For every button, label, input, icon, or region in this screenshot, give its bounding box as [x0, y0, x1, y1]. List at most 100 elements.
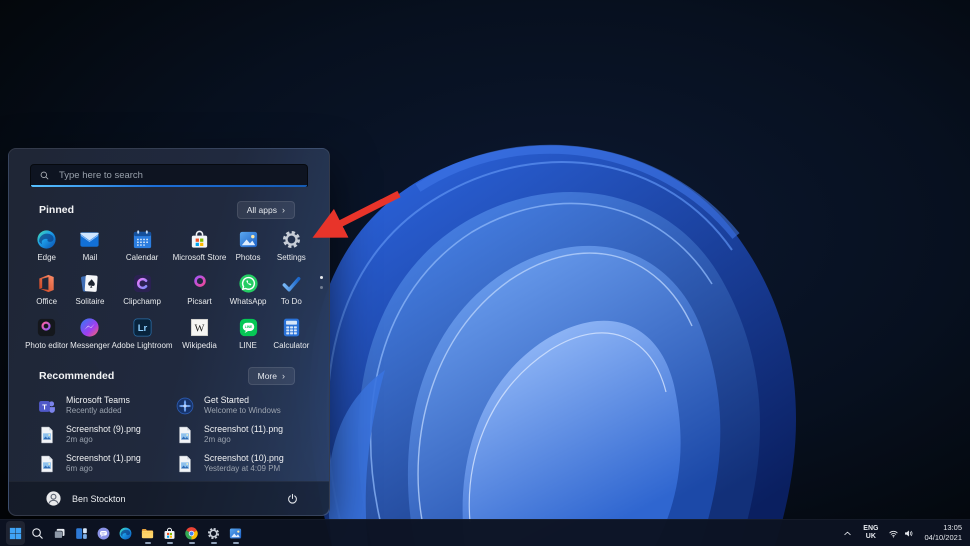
taskbar-chrome-button[interactable]: [182, 521, 201, 545]
pinned-app-photos[interactable]: Photos: [226, 227, 269, 269]
pinned-app-mail[interactable]: Mail: [68, 227, 111, 269]
pinned-app-line[interactable]: LINE LINE: [226, 315, 269, 357]
taskbar: ENG UK 13:05 04/10/2021: [0, 519, 970, 546]
taskbar-start-button[interactable]: [6, 521, 25, 545]
wifi-icon: [888, 528, 899, 539]
pinned-app-label: Picsart: [187, 297, 212, 306]
taskbar-chat-button[interactable]: [94, 521, 113, 545]
recommended-title: Recommended: [39, 370, 115, 382]
system-tray: ENG UK 13:05 04/10/2021: [840, 520, 964, 546]
start-icon: [8, 526, 23, 541]
language-line2: UK: [865, 533, 876, 540]
pinned-page-indicator[interactable]: [320, 276, 323, 289]
pinned-app-settings[interactable]: Settings: [270, 227, 313, 269]
recommended-item-microsoft-teams[interactable]: T Microsoft Teams Recently added: [37, 394, 175, 417]
svg-text:W: W: [194, 323, 204, 334]
pinned-app-label: Microsoft Store: [172, 253, 227, 262]
chrome-icon: [184, 526, 199, 541]
whatsapp-icon: [237, 271, 260, 295]
desktop: Pinned All apps › Edge Mail Calendar Micros…: [0, 0, 970, 546]
pinned-app-office[interactable]: Office: [25, 271, 68, 313]
recommended-item-screenshot-9-png[interactable]: Screenshot (9).png 2m ago: [37, 423, 175, 446]
todo-icon: [280, 271, 303, 295]
taskbar-task-view-button[interactable]: [50, 521, 69, 545]
recommended-item-subtitle: Recently added: [66, 405, 122, 415]
pinned-app-to-do[interactable]: To Do: [270, 271, 313, 313]
chat-icon: [96, 526, 111, 541]
pinned-app-label: Settings: [276, 253, 306, 262]
taskbar-search-button[interactable]: [28, 521, 47, 545]
settings-icon: [206, 526, 221, 541]
search-box[interactable]: [30, 164, 308, 187]
page-dot: [320, 286, 323, 289]
taskbar-buttons: [0, 521, 245, 545]
photos-icon: [228, 526, 243, 541]
running-indicator: [188, 542, 195, 544]
running-indicator: [166, 542, 173, 544]
chevron-right-icon: ›: [282, 370, 285, 381]
task-view-icon: [52, 526, 67, 541]
solitaire-icon: [78, 271, 101, 295]
taskbar-photos-button[interactable]: [226, 521, 245, 545]
recommended-item-title: Screenshot (11).png: [204, 424, 284, 434]
image-file-icon: [175, 425, 195, 445]
pinned-app-clipchamp[interactable]: Clipchamp: [112, 271, 173, 313]
pinned-app-edge[interactable]: Edge: [25, 227, 68, 269]
recommended-item-subtitle: 2m ago: [204, 434, 231, 444]
running-indicator: [144, 542, 151, 544]
mail-icon: [78, 227, 101, 251]
recommended-item-subtitle: Welcome to Windows: [204, 405, 281, 415]
all-apps-button[interactable]: All apps ›: [236, 201, 295, 219]
user-profile-button[interactable]: Ben Stockton: [39, 487, 132, 510]
network-volume-button[interactable]: [886, 526, 916, 541]
recommended-item-screenshot-10-png[interactable]: Screenshot (10).png Yesterday at 4:09 PM: [175, 452, 313, 475]
pinned-app-photo-editor[interactable]: Photo editor: [25, 315, 68, 357]
search-icon: [30, 526, 45, 541]
power-button[interactable]: [282, 488, 303, 509]
office-icon: [35, 271, 58, 295]
recommended-item-screenshot-11-png[interactable]: Screenshot (11).png 2m ago: [175, 423, 313, 446]
language-button[interactable]: ENG UK: [861, 523, 880, 543]
recommended-item-title: Screenshot (9).png: [66, 424, 141, 434]
tray-date: 04/10/2021: [924, 533, 962, 542]
taskbar-file-explorer-button[interactable]: [138, 521, 157, 545]
recommended-item-title: Screenshot (1).png: [66, 453, 141, 463]
pinned-app-adobe-lightroom[interactable]: Lr Adobe Lightroom: [112, 315, 173, 357]
file-explorer-icon: [140, 526, 155, 541]
pinned-app-microsoft-store[interactable]: Microsoft Store: [172, 227, 227, 269]
svg-text:Lr: Lr: [137, 323, 147, 334]
recommended-item-subtitle: Yesterday at 4:09 PM: [204, 463, 281, 473]
search-input[interactable]: [57, 169, 299, 182]
get-started-icon: [175, 396, 195, 416]
clipchamp-icon: [131, 271, 154, 295]
recommended-item-text: Get Started Welcome to Windows: [204, 395, 281, 416]
pinned-app-label: Mail: [82, 253, 98, 262]
all-apps-label: All apps: [246, 205, 277, 215]
pinned-app-wikipedia[interactable]: W Wikipedia: [173, 315, 227, 357]
more-button[interactable]: More ›: [247, 367, 295, 385]
taskbar-widgets-button[interactable]: [72, 521, 91, 545]
taskbar-settings-button[interactable]: [204, 521, 223, 545]
start-menu-footer: Ben Stockton: [9, 481, 329, 515]
microsoft-store-icon: [188, 227, 211, 251]
recommended-grid: T Microsoft Teams Recently added Get Starte…: [37, 394, 313, 475]
recommended-item-screenshot-1-png[interactable]: Screenshot (1).png 6m ago: [37, 452, 175, 475]
more-label: More: [257, 371, 277, 381]
pinned-app-messenger[interactable]: Messenger: [68, 315, 111, 357]
pinned-app-solitaire[interactable]: Solitaire: [68, 271, 111, 313]
pinned-app-calculator[interactable]: Calculator: [270, 315, 313, 357]
running-indicator: [210, 542, 217, 544]
taskbar-microsoft-store-button[interactable]: [160, 521, 179, 545]
clock-button[interactable]: 13:05 04/10/2021: [922, 521, 964, 545]
svg-text:T: T: [42, 402, 47, 411]
pinned-app-picsart[interactable]: Picsart: [173, 271, 227, 313]
pinned-app-label: Calculator: [273, 341, 310, 350]
pinned-app-whatsapp[interactable]: WhatsApp: [226, 271, 269, 313]
recommended-item-get-started[interactable]: Get Started Welcome to Windows: [175, 394, 313, 417]
pinned-app-label: WhatsApp: [229, 297, 267, 306]
tray-chevron-button[interactable]: [840, 526, 855, 541]
pinned-app-label: Calendar: [125, 253, 159, 262]
pinned-app-label: Clipchamp: [123, 297, 161, 306]
pinned-app-calendar[interactable]: Calendar: [112, 227, 173, 269]
taskbar-edge-button[interactable]: [116, 521, 135, 545]
